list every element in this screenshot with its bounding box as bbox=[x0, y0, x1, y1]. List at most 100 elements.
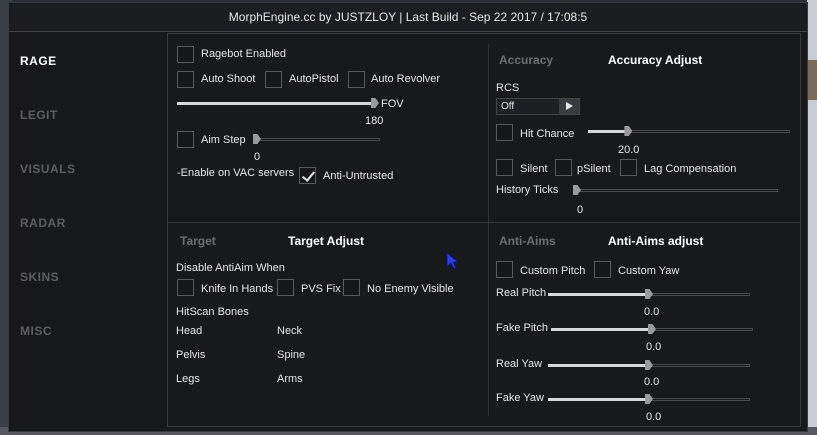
real-yaw-slider-fill bbox=[548, 364, 649, 367]
target-adjust-title: Target Adjust bbox=[288, 234, 365, 248]
fake-yaw-value: 0.0 bbox=[646, 411, 662, 423]
fake-yaw-slider-fill bbox=[548, 398, 649, 401]
real-yaw-slider-thumb[interactable] bbox=[645, 360, 653, 370]
hit-chance-label: Hit Chance bbox=[520, 128, 575, 140]
fake-pitch-slider[interactable] bbox=[551, 324, 753, 334]
bone-arms[interactable]: Arms bbox=[277, 373, 303, 385]
aim-step-slider-thumb[interactable] bbox=[253, 134, 261, 144]
sidebar-item-rage[interactable]: RAGE bbox=[20, 54, 57, 68]
sidebar-item-visuals[interactable]: VISUALS bbox=[20, 162, 76, 176]
aim-step-checkbox[interactable] bbox=[177, 131, 194, 148]
auto-shoot-label: Auto Shoot bbox=[201, 73, 256, 85]
pvs-fix-label: PVS Fix bbox=[301, 283, 341, 295]
custom-yaw-label: Custom Yaw bbox=[618, 265, 680, 277]
fake-yaw-label: Fake Yaw bbox=[496, 392, 544, 404]
fov-value: 180 bbox=[365, 115, 384, 127]
hit-chance-checkbox[interactable] bbox=[496, 124, 513, 141]
window-title[interactable]: MorphEngine.cc by JUSTZLOY | Last Build … bbox=[9, 3, 807, 32]
sidebar-item-radar[interactable]: RADAR bbox=[20, 216, 66, 230]
fov-slider[interactable] bbox=[177, 98, 379, 108]
anti-aims-adjust-title: Anti-Aims adjust bbox=[608, 234, 704, 248]
history-ticks-value: 0 bbox=[577, 204, 584, 216]
auto-revolver-label: Auto Revolver bbox=[371, 73, 441, 85]
hit-chance-slider-fill bbox=[588, 130, 629, 133]
ragebot-enabled-checkbox[interactable] bbox=[177, 46, 194, 63]
real-yaw-label: Real Yaw bbox=[496, 358, 543, 370]
vertical-divider bbox=[488, 44, 489, 416]
anti-untrusted-checkbox[interactable] bbox=[299, 167, 316, 184]
lag-compensation-checkbox[interactable] bbox=[620, 159, 637, 176]
auto-revolver-checkbox[interactable] bbox=[348, 71, 365, 88]
fake-yaw-slider-thumb[interactable] bbox=[645, 394, 653, 404]
sidebar-item-misc[interactable]: MISC bbox=[20, 324, 52, 338]
no-enemy-visible-checkbox[interactable] bbox=[343, 279, 360, 296]
aim-step-label: Aim Step bbox=[201, 134, 246, 146]
history-ticks-slider-thumb[interactable] bbox=[573, 185, 581, 195]
fake-pitch-slider-fill bbox=[551, 328, 652, 331]
horizontal-divider bbox=[168, 222, 800, 223]
custom-pitch-checkbox[interactable] bbox=[496, 261, 513, 278]
hit-chance-value: 20.0 bbox=[618, 144, 640, 156]
bone-head[interactable]: Head bbox=[176, 325, 202, 337]
tab-accuracy[interactable]: Accuracy bbox=[499, 53, 553, 67]
real-pitch-slider-thumb[interactable] bbox=[645, 289, 653, 299]
fake-yaw-slider[interactable] bbox=[548, 394, 750, 404]
pvs-fix-checkbox[interactable] bbox=[277, 279, 294, 296]
content-panel: Ragebot Enabled Auto Shoot AutoPistol Au… bbox=[167, 33, 801, 427]
accuracy-adjust-title: Accuracy Adjust bbox=[608, 53, 703, 67]
background-right-image bbox=[807, 60, 817, 100]
bone-neck[interactable]: Neck bbox=[277, 325, 302, 337]
sidebar-item-legit[interactable]: LEGIT bbox=[20, 108, 58, 122]
custom-pitch-label: Custom Pitch bbox=[520, 265, 586, 277]
fov-label: FOV bbox=[381, 98, 404, 110]
silent-label: Silent bbox=[520, 163, 548, 175]
hit-chance-slider-thumb[interactable] bbox=[624, 126, 633, 136]
bone-spine[interactable]: Spine bbox=[277, 349, 305, 361]
hitscan-bones-label: HitScan Bones bbox=[176, 306, 249, 318]
knife-in-hands-label: Knife In Hands bbox=[201, 283, 274, 295]
psilent-label: pSilent bbox=[577, 163, 611, 175]
knife-in-hands-checkbox[interactable] bbox=[177, 279, 194, 296]
fov-slider-thumb[interactable] bbox=[371, 98, 379, 108]
auto-pistol-checkbox[interactable] bbox=[265, 71, 282, 88]
rcs-dropdown[interactable]: Off bbox=[496, 98, 580, 115]
custom-yaw-checkbox[interactable] bbox=[594, 261, 611, 278]
menu-window: MorphEngine.cc by JUSTZLOY | Last Build … bbox=[8, 2, 808, 432]
real-yaw-value: 0.0 bbox=[644, 376, 660, 388]
silent-checkbox[interactable] bbox=[496, 159, 513, 176]
hit-chance-slider[interactable] bbox=[588, 126, 790, 136]
auto-pistol-label: AutoPistol bbox=[289, 73, 339, 85]
disable-antiaim-label: Disable AntiAim When bbox=[176, 262, 285, 274]
rcs-label: RCS bbox=[496, 82, 520, 94]
sidebar-item-skins[interactable]: SKINS bbox=[20, 270, 59, 284]
history-ticks-slider[interactable] bbox=[573, 185, 778, 195]
tab-target[interactable]: Target bbox=[180, 234, 216, 248]
real-pitch-value: 0.0 bbox=[644, 306, 660, 318]
ragebot-enabled-label: Ragebot Enabled bbox=[201, 48, 287, 60]
real-yaw-slider[interactable] bbox=[548, 360, 750, 370]
rcs-dropdown-value: Off bbox=[501, 101, 515, 112]
aim-step-slider[interactable] bbox=[253, 134, 380, 144]
bone-pelvis[interactable]: Pelvis bbox=[176, 349, 205, 361]
vac-servers-text: -Enable on VAC servers bbox=[177, 167, 295, 179]
fake-pitch-slider-thumb[interactable] bbox=[648, 324, 656, 334]
aim-step-slider-track bbox=[257, 138, 380, 141]
bone-legs[interactable]: Legs bbox=[176, 373, 200, 385]
tab-anti-aims[interactable]: Anti-Aims bbox=[499, 234, 556, 248]
real-pitch-slider-fill bbox=[548, 293, 649, 296]
no-enemy-visible-label: No Enemy Visible bbox=[367, 283, 454, 295]
history-ticks-slider-track bbox=[577, 189, 778, 192]
fake-pitch-value: 0.0 bbox=[646, 341, 662, 353]
psilent-checkbox[interactable] bbox=[555, 159, 572, 176]
history-ticks-label: History Ticks bbox=[496, 184, 559, 196]
play-arrow-icon[interactable] bbox=[559, 99, 579, 114]
real-pitch-slider[interactable] bbox=[548, 289, 750, 299]
auto-shoot-checkbox[interactable] bbox=[177, 71, 194, 88]
sidebar: RAGE LEGIT VISUALS RADAR SKINS MISC bbox=[9, 32, 167, 431]
fake-pitch-label: Fake Pitch bbox=[496, 322, 548, 334]
aim-step-value: 0 bbox=[254, 151, 261, 163]
lag-compensation-label: Lag Compensation bbox=[644, 163, 737, 175]
real-pitch-label: Real Pitch bbox=[496, 287, 547, 299]
anti-untrusted-label: Anti-Untrusted bbox=[323, 170, 394, 182]
fov-slider-fill bbox=[177, 102, 375, 105]
